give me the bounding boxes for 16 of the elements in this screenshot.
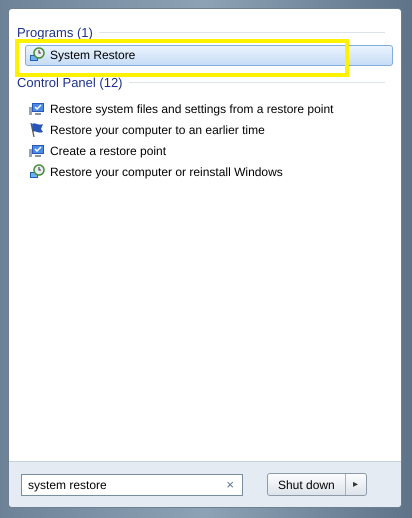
- monitor-check-icon: [29, 100, 45, 116]
- result-item[interactable]: System Restore: [25, 44, 393, 66]
- result-item[interactable]: Restore your computer or reinstall Windows: [25, 161, 393, 182]
- options-arrow-button[interactable]: ▸: [346, 474, 366, 495]
- result-item[interactable]: Create a restore point: [25, 140, 393, 161]
- clock-computer-icon: [29, 164, 45, 180]
- clock-computer-icon: [29, 47, 45, 63]
- search-field[interactable]: system restore ×: [21, 474, 243, 496]
- group-heading: Control Panel (12): [17, 74, 122, 92]
- result-item[interactable]: Restore system files and settings from a restore point: [25, 98, 393, 119]
- group-heading: Programs (1): [17, 24, 93, 42]
- clear-button[interactable]: ×: [224, 474, 236, 494]
- flag-icon: [29, 122, 45, 138]
- result-item[interactable]: Restore your computer to an earlier time: [25, 119, 393, 140]
- shut-down-button[interactable]: Shut down: [268, 474, 346, 495]
- monitor-check-icon: [29, 142, 45, 158]
